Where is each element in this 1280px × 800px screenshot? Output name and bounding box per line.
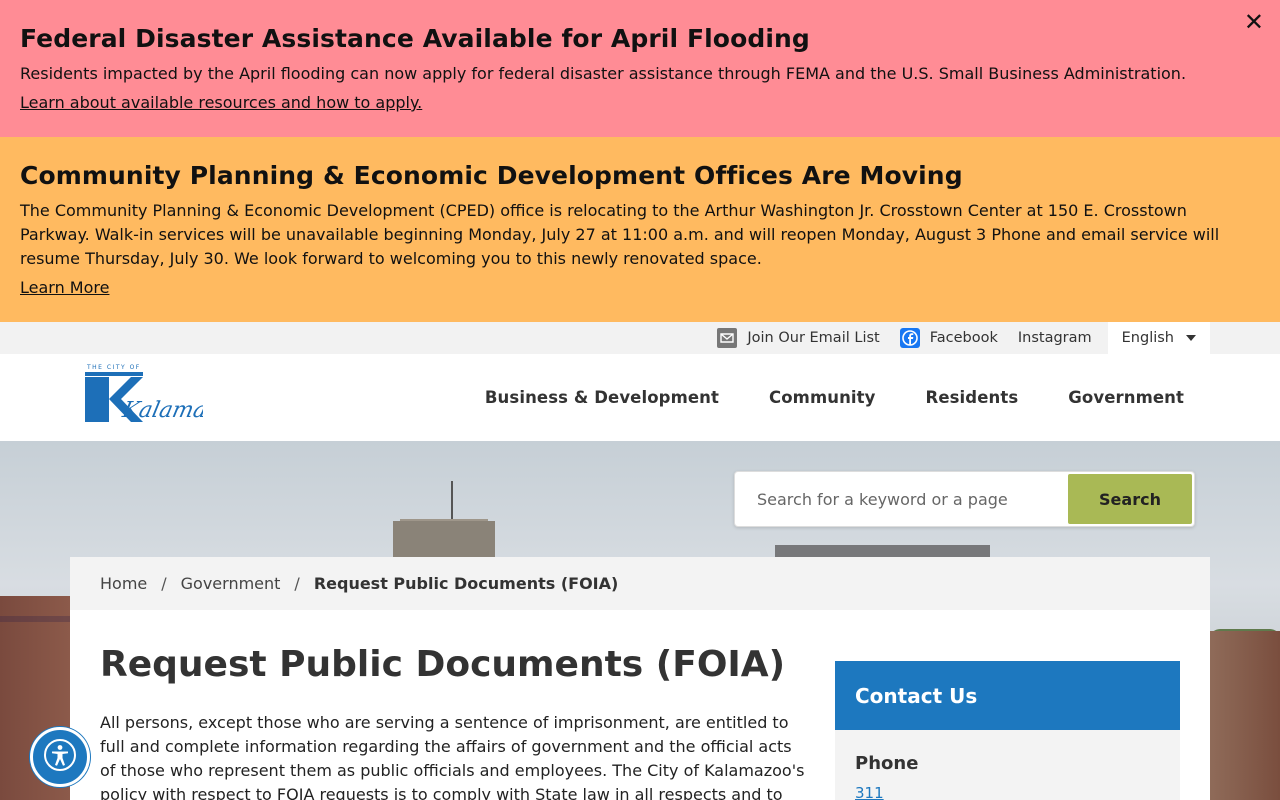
close-icon[interactable]: ✕ [1244, 8, 1264, 36]
site-header: THE CITY OF Kalamazoo Business & Develop… [0, 354, 1280, 441]
office-moving-alert-banner: Community Planning & Economic Developmen… [0, 137, 1280, 322]
utility-links: Join Our Email List Facebook Instagram E… [697, 322, 1210, 354]
flood-alert-banner: Federal Disaster Assistance Available fo… [0, 0, 1280, 137]
contact-us-heading: Contact Us [835, 661, 1180, 730]
page-title: Request Public Documents (FOIA) [100, 644, 786, 685]
breadcrumb-government[interactable]: Government [181, 574, 281, 593]
language-select[interactable]: English [1107, 322, 1210, 354]
nav-residents[interactable]: Residents [926, 388, 1019, 407]
nav-government[interactable]: Government [1068, 388, 1184, 407]
breadcrumb: Home / Government / Request Public Docum… [70, 557, 1210, 610]
flood-alert-link[interactable]: Learn about available resources and how … [20, 91, 422, 115]
intro-paragraph: All persons, except those who are servin… [100, 713, 805, 800]
contact-us-panel: Phone 311 [835, 730, 1180, 800]
breadcrumb-home[interactable]: Home [100, 574, 147, 593]
breadcrumb-separator: / [161, 574, 167, 593]
email-list-label: Join Our Email List [747, 330, 880, 346]
main-content: Request Public Documents (FOIA) All pers… [70, 610, 1210, 800]
breadcrumb-separator: / [294, 574, 300, 593]
main-nav: Business & Development Community Residen… [435, 354, 1184, 441]
flood-alert-body: Residents impacted by the April flooding… [20, 64, 1187, 83]
office-moving-alert-body: The Community Planning & Economic Develo… [20, 201, 1220, 268]
instagram-link[interactable]: Instagram [1018, 330, 1092, 346]
nav-business-development[interactable]: Business & Development [485, 388, 719, 407]
breadcrumb-current: Request Public Documents (FOIA) [313, 574, 619, 593]
utility-bar: Join Our Email List Facebook Instagram E… [0, 322, 1280, 354]
office-moving-alert-title: Community Planning & Economic Developmen… [20, 161, 963, 190]
accessibility-icon [43, 738, 77, 776]
email-icon [717, 328, 738, 348]
phone-label: Phone [855, 753, 919, 774]
office-moving-alert-link[interactable]: Learn More [20, 276, 109, 300]
search-input[interactable] [737, 474, 1068, 524]
search-button[interactable]: Search [1068, 474, 1192, 524]
phone-link[interactable]: 311 [855, 784, 1160, 800]
facebook-label: Facebook [929, 330, 998, 346]
logo-wordmark: Kalamazoo [119, 397, 203, 423]
hero-building-right [1210, 631, 1280, 800]
hero-antenna [451, 481, 453, 521]
instagram-label: Instagram [1017, 330, 1092, 346]
nav-community[interactable]: Community [769, 388, 876, 407]
hero-tower [393, 521, 495, 561]
accessibility-button[interactable] [30, 727, 90, 787]
chevron-down-icon [1186, 335, 1196, 341]
site-search: Search [734, 471, 1195, 527]
email-list-link[interactable]: Join Our Email List [717, 328, 880, 348]
flood-alert-title: Federal Disaster Assistance Available fo… [20, 24, 810, 53]
facebook-link[interactable]: Facebook [899, 328, 998, 348]
language-label: English [1121, 330, 1174, 346]
city-logo[interactable]: THE CITY OF Kalamazoo [85, 363, 247, 433]
logo-top-text: THE CITY OF [86, 364, 141, 371]
facebook-icon [899, 328, 920, 348]
